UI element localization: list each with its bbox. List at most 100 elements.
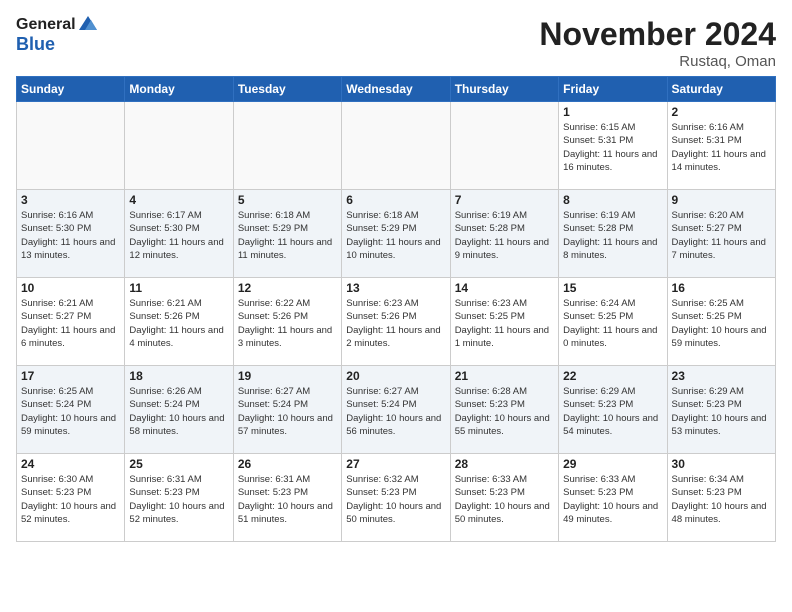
day-number: 4 <box>129 193 228 207</box>
day-info: Sunrise: 6:18 AM Sunset: 5:29 PM Dayligh… <box>346 209 445 262</box>
weekday-header: Thursday <box>450 77 558 102</box>
day-number: 10 <box>21 281 120 295</box>
day-info: Sunrise: 6:20 AM Sunset: 5:27 PM Dayligh… <box>672 209 771 262</box>
calendar-cell: 9Sunrise: 6:20 AM Sunset: 5:27 PM Daylig… <box>667 190 775 278</box>
calendar-cell <box>342 102 450 190</box>
calendar-cell: 21 Sunrise: 6:28 AM Sunset: 5:23 PM Dayli… <box>450 366 558 454</box>
day-info: Sunrise: 6:33 AM Sunset: 5:23 PM Dayligh… <box>563 473 662 526</box>
calendar-cell <box>125 102 233 190</box>
calendar-week-row: 17 Sunrise: 6:25 AM Sunset: 5:24 PM Dayli… <box>17 366 776 454</box>
day-number: 23 <box>672 369 771 383</box>
day-number: 18 <box>129 369 228 383</box>
day-number: 1 <box>563 105 662 119</box>
day-info: Sunrise: 6:22 AM Sunset: 5:26 PM Dayligh… <box>238 297 337 350</box>
calendar-cell: 7Sunrise: 6:19 AM Sunset: 5:28 PM Daylig… <box>450 190 558 278</box>
day-number: 28 <box>455 457 554 471</box>
day-info: Sunrise: 6:34 AM Sunset: 5:23 PM Dayligh… <box>672 473 771 526</box>
day-info: Sunrise: 6:30 AM Sunset: 5:23 PM Dayligh… <box>21 473 120 526</box>
day-number: 2 <box>672 105 771 119</box>
weekday-header: Tuesday <box>233 77 341 102</box>
day-info: Sunrise: 6:16 AM Sunset: 5:31 PM Dayligh… <box>672 121 771 174</box>
day-info: Sunrise: 6:16 AM Sunset: 5:30 PM Dayligh… <box>21 209 120 262</box>
calendar-cell: 28 Sunrise: 6:33 AM Sunset: 5:23 PM Dayli… <box>450 454 558 542</box>
calendar-cell <box>17 102 125 190</box>
day-info: Sunrise: 6:19 AM Sunset: 5:28 PM Dayligh… <box>455 209 554 262</box>
day-number: 21 <box>455 369 554 383</box>
calendar-cell: 6Sunrise: 6:18 AM Sunset: 5:29 PM Daylig… <box>342 190 450 278</box>
day-info: Sunrise: 6:23 AM Sunset: 5:26 PM Dayligh… <box>346 297 445 350</box>
day-number: 30 <box>672 457 771 471</box>
calendar-cell: 15 Sunrise: 6:24 AM Sunset: 5:25 PM Dayli… <box>559 278 667 366</box>
day-info: Sunrise: 6:27 AM Sunset: 5:24 PM Dayligh… <box>346 385 445 438</box>
calendar-week-row: 10 Sunrise: 6:21 AM Sunset: 5:27 PM Dayli… <box>17 278 776 366</box>
calendar-cell: 5Sunrise: 6:18 AM Sunset: 5:29 PM Daylig… <box>233 190 341 278</box>
day-info: Sunrise: 6:33 AM Sunset: 5:23 PM Dayligh… <box>455 473 554 526</box>
day-info: Sunrise: 6:27 AM Sunset: 5:24 PM Dayligh… <box>238 385 337 438</box>
calendar-cell <box>233 102 341 190</box>
day-info: Sunrise: 6:24 AM Sunset: 5:25 PM Dayligh… <box>563 297 662 350</box>
calendar-cell: 2 Sunrise: 6:16 AM Sunset: 5:31 PM Daylig… <box>667 102 775 190</box>
calendar-cell: 13Sunrise: 6:23 AM Sunset: 5:26 PM Dayli… <box>342 278 450 366</box>
calendar-cell: 3Sunrise: 6:16 AM Sunset: 5:30 PM Daylig… <box>17 190 125 278</box>
calendar-cell: 24 Sunrise: 6:30 AM Sunset: 5:23 PM Dayli… <box>17 454 125 542</box>
day-info: Sunrise: 6:26 AM Sunset: 5:24 PM Dayligh… <box>129 385 228 438</box>
day-number: 29 <box>563 457 662 471</box>
calendar-cell: 19Sunrise: 6:27 AM Sunset: 5:24 PM Dayli… <box>233 366 341 454</box>
day-info: Sunrise: 6:28 AM Sunset: 5:23 PM Dayligh… <box>455 385 554 438</box>
day-number: 26 <box>238 457 337 471</box>
day-info: Sunrise: 6:19 AM Sunset: 5:28 PM Dayligh… <box>563 209 662 262</box>
calendar-cell: 14Sunrise: 6:23 AM Sunset: 5:25 PM Dayli… <box>450 278 558 366</box>
calendar-cell: 20 Sunrise: 6:27 AM Sunset: 5:24 PM Dayli… <box>342 366 450 454</box>
day-number: 12 <box>238 281 337 295</box>
calendar-cell: 30 Sunrise: 6:34 AM Sunset: 5:23 PM Dayli… <box>667 454 775 542</box>
calendar-cell: 8Sunrise: 6:19 AM Sunset: 5:28 PM Daylig… <box>559 190 667 278</box>
title-block: November 2024 Rustaq, Oman <box>539 16 776 70</box>
day-number: 5 <box>238 193 337 207</box>
month-title: November 2024 <box>539 16 776 53</box>
calendar-cell: 25Sunrise: 6:31 AM Sunset: 5:23 PM Dayli… <box>125 454 233 542</box>
calendar-cell: 17 Sunrise: 6:25 AM Sunset: 5:24 PM Dayli… <box>17 366 125 454</box>
calendar-cell: 23 Sunrise: 6:29 AM Sunset: 5:23 PM Dayli… <box>667 366 775 454</box>
logo-icon <box>77 14 99 34</box>
logo-general-text: General <box>16 16 76 34</box>
day-number: 16 <box>672 281 771 295</box>
calendar-cell: 26 Sunrise: 6:31 AM Sunset: 5:23 PM Dayli… <box>233 454 341 542</box>
calendar-week-row: 1 Sunrise: 6:15 AM Sunset: 5:31 PM Daylig… <box>17 102 776 190</box>
day-info: Sunrise: 6:31 AM Sunset: 5:23 PM Dayligh… <box>129 473 228 526</box>
weekday-header: Monday <box>125 77 233 102</box>
logo-blue-text: Blue <box>16 34 99 55</box>
weekday-header: Friday <box>559 77 667 102</box>
day-number: 15 <box>563 281 662 295</box>
day-info: Sunrise: 6:23 AM Sunset: 5:25 PM Dayligh… <box>455 297 554 350</box>
day-info: Sunrise: 6:21 AM Sunset: 5:27 PM Dayligh… <box>21 297 120 350</box>
calendar-week-row: 3Sunrise: 6:16 AM Sunset: 5:30 PM Daylig… <box>17 190 776 278</box>
day-info: Sunrise: 6:29 AM Sunset: 5:23 PM Dayligh… <box>563 385 662 438</box>
calendar-cell: 16 Sunrise: 6:25 AM Sunset: 5:25 PM Dayli… <box>667 278 775 366</box>
day-info: Sunrise: 6:32 AM Sunset: 5:23 PM Dayligh… <box>346 473 445 526</box>
day-number: 27 <box>346 457 445 471</box>
calendar-cell: 18 Sunrise: 6:26 AM Sunset: 5:24 PM Dayli… <box>125 366 233 454</box>
calendar-cell: 12 Sunrise: 6:22 AM Sunset: 5:26 PM Dayli… <box>233 278 341 366</box>
day-info: Sunrise: 6:25 AM Sunset: 5:24 PM Dayligh… <box>21 385 120 438</box>
day-info: Sunrise: 6:31 AM Sunset: 5:23 PM Dayligh… <box>238 473 337 526</box>
location: Rustaq, Oman <box>539 53 776 70</box>
weekday-header: Sunday <box>17 77 125 102</box>
day-info: Sunrise: 6:17 AM Sunset: 5:30 PM Dayligh… <box>129 209 228 262</box>
calendar-cell <box>450 102 558 190</box>
day-info: Sunrise: 6:15 AM Sunset: 5:31 PM Dayligh… <box>563 121 662 174</box>
logo: General Blue <box>16 16 99 55</box>
weekday-header-row: SundayMondayTuesdayWednesdayThursdayFrid… <box>17 77 776 102</box>
calendar-cell: 29 Sunrise: 6:33 AM Sunset: 5:23 PM Dayli… <box>559 454 667 542</box>
day-info: Sunrise: 6:25 AM Sunset: 5:25 PM Dayligh… <box>672 297 771 350</box>
calendar-week-row: 24 Sunrise: 6:30 AM Sunset: 5:23 PM Dayli… <box>17 454 776 542</box>
calendar-cell: 4 Sunrise: 6:17 AM Sunset: 5:30 PM Daylig… <box>125 190 233 278</box>
day-number: 20 <box>346 369 445 383</box>
day-number: 24 <box>21 457 120 471</box>
calendar-cell: 22Sunrise: 6:29 AM Sunset: 5:23 PM Dayli… <box>559 366 667 454</box>
calendar-table: SundayMondayTuesdayWednesdayThursdayFrid… <box>16 76 776 542</box>
day-info: Sunrise: 6:29 AM Sunset: 5:23 PM Dayligh… <box>672 385 771 438</box>
calendar-cell: 1 Sunrise: 6:15 AM Sunset: 5:31 PM Daylig… <box>559 102 667 190</box>
day-info: Sunrise: 6:21 AM Sunset: 5:26 PM Dayligh… <box>129 297 228 350</box>
calendar-cell: 27 Sunrise: 6:32 AM Sunset: 5:23 PM Dayli… <box>342 454 450 542</box>
day-number: 17 <box>21 369 120 383</box>
